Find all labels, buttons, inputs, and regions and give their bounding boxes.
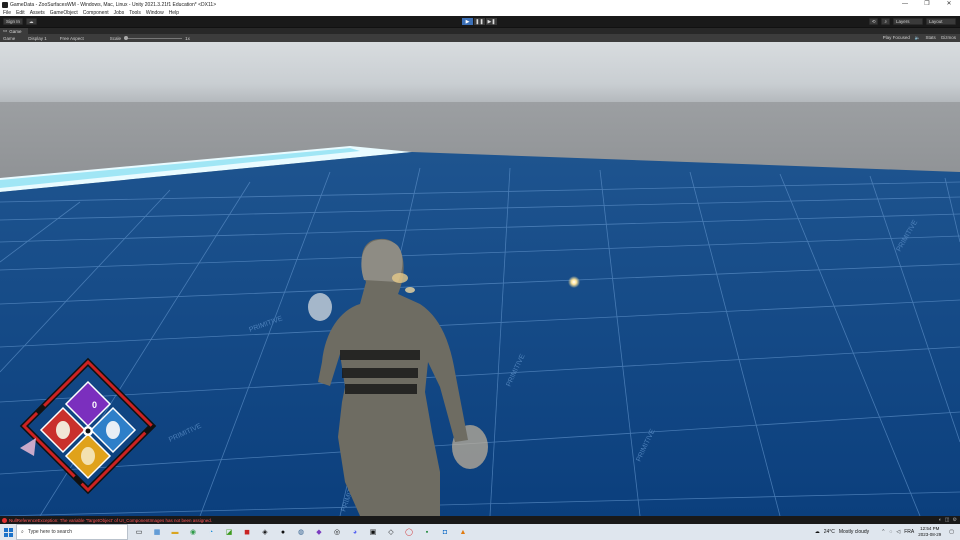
hud-counter: 0 [92, 400, 97, 410]
obs-icon[interactable]: ◎ [330, 525, 344, 539]
weather-text: Mostly cloudy [838, 529, 870, 535]
layout-dropdown[interactable]: Layout [926, 18, 956, 25]
search-placeholder: Type here to search [27, 529, 73, 535]
scale-value: 1x [185, 35, 190, 41]
cloud-icon[interactable]: ☁ [26, 18, 37, 25]
aspect-dropdown[interactable]: Free Aspect [60, 36, 84, 41]
steam-icon[interactable]: ◍ [294, 525, 308, 539]
progress-icon[interactable]: ◐ [939, 517, 942, 523]
photos-icon[interactable]: ◘ [438, 525, 452, 539]
status-right-icons: ◐ ◫ ⚙ [939, 517, 957, 523]
toolbar-right: ⟲ ⌕ Layers Layout [868, 18, 956, 25]
game-view-toolbar: Game Display 1 Free Aspect Scale 1x Play… [0, 34, 960, 42]
clock[interactable]: 12:54 PM 2023-08-29 [918, 526, 941, 538]
terminal-icon[interactable]: ▣ [366, 525, 380, 539]
windows-taskbar: ⌕ Type here to search ▭ ▦ ▬ ◉ ◔ ◪ ◼ ◈ ● … [0, 524, 960, 540]
pycharm-icon[interactable]: ▪ [420, 525, 434, 539]
nvidia-icon[interactable]: ◪ [222, 525, 236, 539]
chrome-icon[interactable]: ◉ [186, 525, 200, 539]
menu-gameobject[interactable]: GameObject [50, 10, 78, 16]
window-title: GameData - ZooSurfacesWM - Windows, Mac,… [10, 1, 217, 8]
game-viewport[interactable]: PRIMITIVE PRIMITIVE PRIMITIVE PRIMITIVE … [0, 42, 960, 516]
language-indicator[interactable]: FRA [904, 529, 914, 535]
menu-component[interactable]: Component [83, 10, 109, 16]
menu-tools[interactable]: Tools [129, 10, 141, 16]
main-toolbar: Sign In ☁ ▶ ❚❚ ▶❚ ⟲ ⌕ Layers Layout [0, 16, 960, 27]
layers-dropdown[interactable]: Layers [893, 18, 923, 25]
weather-temp: 24°C [823, 529, 835, 535]
menu-help[interactable]: Help [169, 10, 179, 16]
title-bar: GameData - ZooSurfacesWM - Windows, Mac,… [0, 0, 960, 9]
search-icon[interactable]: ⌕ [881, 18, 890, 25]
menu-assets[interactable]: Assets [30, 10, 45, 16]
menu-window[interactable]: Window [146, 10, 164, 16]
settings-icon[interactable]: ⚙ [953, 517, 957, 523]
file-explorer-icon[interactable]: ▬ [168, 525, 182, 539]
github-icon[interactable]: ● [276, 525, 290, 539]
play-mode-dropdown[interactable]: Play Focused [883, 35, 910, 41]
play-controls: ▶ ❚❚ ▶❚ [462, 18, 497, 25]
history-icon[interactable]: ⟲ [868, 18, 879, 25]
maximize-button[interactable]: ❐ [916, 0, 938, 9]
opera-icon[interactable]: ◯ [402, 525, 416, 539]
system-tray: ☁ 24°C Mostly cloudy ⌃ ◌ ◁ FRA 12:54 PM … [815, 524, 960, 540]
scale-label: Scale [109, 35, 122, 41]
menu-file[interactable]: File [3, 10, 11, 16]
notifications-icon[interactable]: ▢ [949, 529, 954, 535]
game-view-options: Play Focused 🔈 Stats Gizmos [883, 35, 956, 41]
discord-icon[interactable]: ◕ [348, 525, 362, 539]
editor-tab-row: ▭ Game [0, 27, 960, 35]
console-error-message[interactable]: NullReferenceException: The variable 'Ta… [9, 518, 212, 523]
task-view-icon[interactable]: ▭ [132, 525, 146, 539]
adobe-icon[interactable]: ◼ [240, 525, 254, 539]
taskbar-apps: ▭ ▦ ▬ ◉ ◔ ◪ ◼ ◈ ● ◍ ◆ ◎ ◕ ▣ ◇ ◯ ▪ ◘ ▲ [132, 525, 470, 539]
menu-jobs[interactable]: Jobs [114, 10, 125, 16]
network-icon[interactable]: ◌ [889, 529, 892, 535]
scene-render: PRIMITIVE PRIMITIVE PRIMITIVE PRIMITIVE … [0, 42, 960, 516]
tray-chevron-icon[interactable]: ⌃ [881, 529, 885, 535]
minimize-button[interactable]: — [894, 0, 916, 9]
console-status-bar[interactable]: NullReferenceException: The variable 'Ta… [0, 516, 960, 524]
vlc-icon[interactable]: ▲ [456, 525, 470, 539]
menu-edit[interactable]: Edit [16, 10, 25, 16]
mute-audio-icon[interactable]: 🔈 [915, 35, 921, 41]
unity-hub-icon[interactable]: ◈ [258, 525, 272, 539]
view-dropdown[interactable]: Game [3, 36, 15, 41]
pause-button[interactable]: ❚❚ [474, 18, 485, 25]
start-button[interactable] [0, 524, 16, 540]
tab-game-label: Game [9, 28, 22, 34]
window-controls: — ❐ ✕ [894, 0, 960, 9]
display-dropdown[interactable]: Display 1 [28, 36, 47, 41]
scale-slider[interactable] [124, 35, 183, 40]
play-button[interactable]: ▶ [462, 18, 473, 25]
unity-editor-icon[interactable]: ◇ [384, 525, 398, 539]
account-button[interactable]: Sign In [3, 18, 24, 25]
windows-logo-icon [3, 527, 13, 537]
light-orb [568, 276, 580, 288]
sky [0, 42, 960, 112]
search-icon: ⌕ [21, 529, 24, 535]
notification-icon[interactable]: ◫ [945, 517, 950, 523]
taskbar-search-input[interactable]: ⌕ Type here to search [16, 524, 128, 540]
gizmos-dropdown[interactable]: Gizmos [941, 35, 956, 41]
clock-date: 2023-08-29 [918, 532, 942, 537]
unity-logo-icon [2, 1, 8, 8]
weather-icon[interactable]: ☁ [815, 529, 820, 535]
stats-button[interactable]: Stats [925, 35, 935, 41]
volume-icon[interactable]: ◁ [896, 529, 900, 535]
close-button[interactable]: ✕ [938, 0, 960, 9]
menu-bar: File Edit Assets GameObject Component Jo… [0, 9, 960, 16]
visual-studio-icon[interactable]: ◆ [312, 525, 326, 539]
error-icon [2, 517, 7, 523]
step-button[interactable]: ▶❚ [486, 18, 497, 25]
calendar-icon[interactable]: ▦ [150, 525, 164, 539]
edge-icon[interactable]: ◔ [204, 525, 218, 539]
